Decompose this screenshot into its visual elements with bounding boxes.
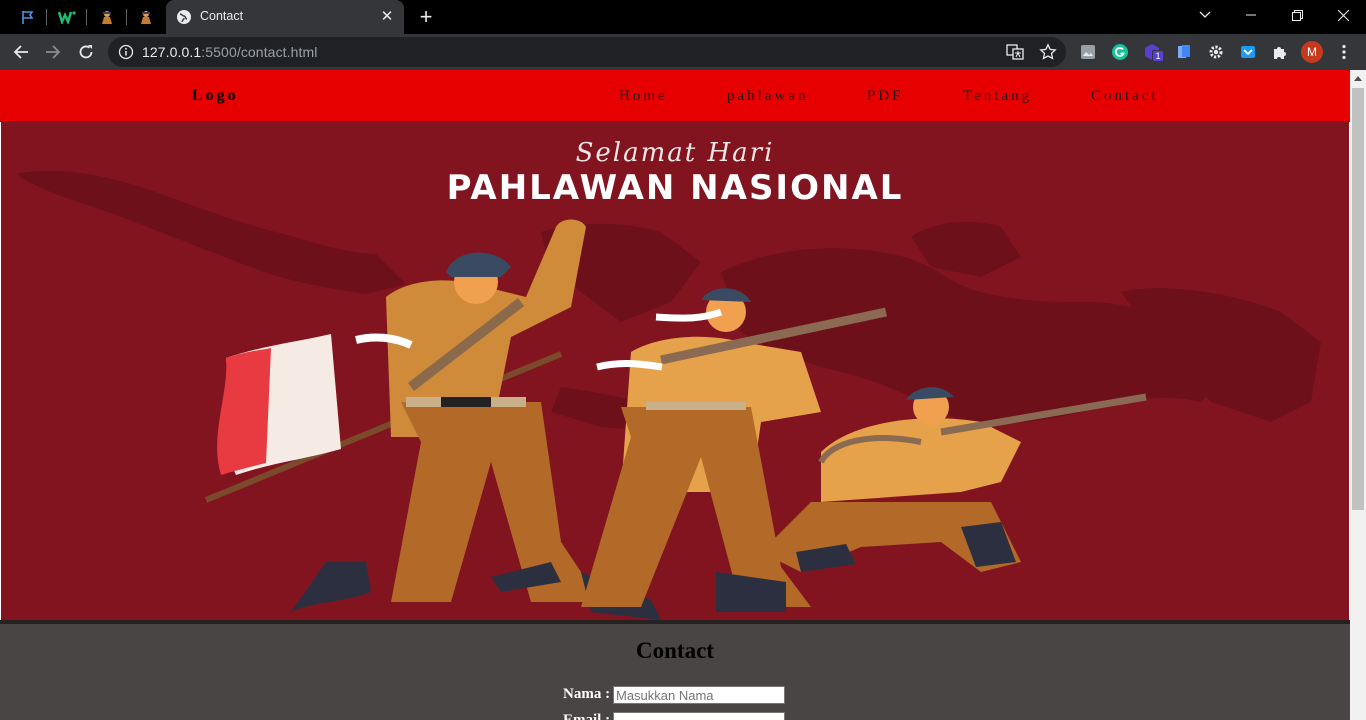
document-ext-icon — [1178, 45, 1190, 58]
minimize-icon — [1246, 14, 1256, 16]
name-label: Nama : — [563, 686, 611, 702]
extension-badge-count: 1 — [1152, 50, 1164, 62]
reload-button[interactable] — [73, 39, 99, 65]
tab-search-button[interactable] — [1182, 0, 1228, 30]
extension-pocket[interactable] — [1238, 42, 1258, 62]
pinned-tab-w[interactable] — [55, 6, 79, 28]
nav-link-home[interactable]: Home — [619, 88, 668, 105]
w-logo-icon — [58, 11, 76, 24]
tab-strip: Contact ✕ + — [0, 0, 1366, 34]
contact-section: Contact Nama : Email : — [0, 620, 1350, 720]
nav-link-tentang[interactable]: Tentang — [963, 88, 1032, 105]
site-navbar: Logo Home pahlawan PDF Tentang Contact — [0, 70, 1350, 122]
info-icon[interactable] — [118, 44, 134, 60]
forward-button[interactable] — [40, 39, 66, 65]
grammarly-icon — [1112, 44, 1128, 60]
arrow-left-icon — [13, 45, 28, 59]
reload-icon — [79, 45, 93, 59]
active-tab[interactable]: Contact ✕ — [166, 0, 404, 34]
new-tab-button[interactable]: + — [414, 6, 438, 28]
translate-icon[interactable] — [1006, 43, 1024, 61]
nav-link-pahlawan[interactable]: pahlawan — [727, 88, 808, 105]
hero-favicon-icon — [102, 11, 112, 24]
scroll-up-arrow-icon[interactable] — [1354, 76, 1362, 81]
tab-title: Contact — [200, 9, 244, 23]
hero-script-text: Selamat Hari — [575, 138, 775, 168]
extension-docs[interactable] — [1174, 42, 1194, 62]
contact-heading: Contact — [636, 638, 714, 663]
address-bar[interactable]: 127.0.0.1:5500/contact.html — [108, 37, 1066, 67]
arrow-right-icon — [46, 45, 61, 59]
back-button[interactable] — [8, 39, 34, 65]
flag-icon — [22, 11, 34, 24]
extension-badge[interactable]: 1 — [1142, 42, 1164, 62]
close-tab-icon[interactable]: ✕ — [378, 8, 396, 26]
site-logo[interactable]: Logo — [192, 87, 239, 105]
close-window-button[interactable] — [1320, 0, 1366, 30]
image-ext-icon — [1081, 45, 1095, 59]
page-viewport: Logo Home pahlawan PDF Tentang Contact S… — [0, 70, 1350, 720]
profile-avatar[interactable]: M — [1301, 41, 1323, 63]
page-scrollbar[interactable] — [1350, 70, 1366, 720]
pocket-icon — [1241, 46, 1255, 58]
extensions-menu-button[interactable] — [1270, 42, 1290, 62]
email-input[interactable] — [613, 712, 785, 720]
extension-screenshot[interactable] — [1078, 42, 1098, 62]
pinned-tab-flag[interactable] — [16, 6, 40, 28]
url-text: 127.0.0.1:5500/contact.html — [142, 44, 318, 60]
pinned-tab-hero-2[interactable] — [134, 6, 158, 28]
hero-title: PAHLAWAN NASIONAL — [446, 168, 904, 208]
star-icon[interactable] — [1039, 43, 1057, 61]
scrollbar-thumb[interactable] — [1352, 88, 1364, 510]
avatar-initial: M — [1307, 45, 1317, 59]
globe-icon — [177, 10, 191, 24]
chevron-down-icon — [1199, 11, 1211, 18]
restore-button[interactable] — [1274, 0, 1320, 30]
browser-menu-button[interactable] — [1334, 42, 1354, 62]
hero-banner: Selamat Hari PAHLAWAN NASIONAL — [1, 122, 1349, 620]
email-label: Email : — [563, 712, 611, 720]
gear-icon — [1209, 45, 1223, 59]
nav-link-contact[interactable]: Contact — [1091, 88, 1159, 105]
pinned-tab-hero-1[interactable] — [95, 6, 119, 28]
puzzle-icon — [1274, 47, 1286, 59]
extension-grammarly[interactable] — [1110, 42, 1130, 62]
close-icon — [1337, 9, 1349, 21]
minimize-button[interactable] — [1228, 0, 1274, 30]
extension-settings[interactable] — [1206, 42, 1226, 62]
hero-favicon-icon — [141, 11, 151, 24]
nav-link-pdf[interactable]: PDF — [867, 88, 904, 105]
name-input[interactable] — [613, 686, 785, 704]
browser-toolbar: 127.0.0.1:5500/contact.html 1 M — [0, 34, 1366, 70]
more-vert-icon — [1342, 44, 1346, 60]
restore-icon — [1291, 9, 1303, 21]
